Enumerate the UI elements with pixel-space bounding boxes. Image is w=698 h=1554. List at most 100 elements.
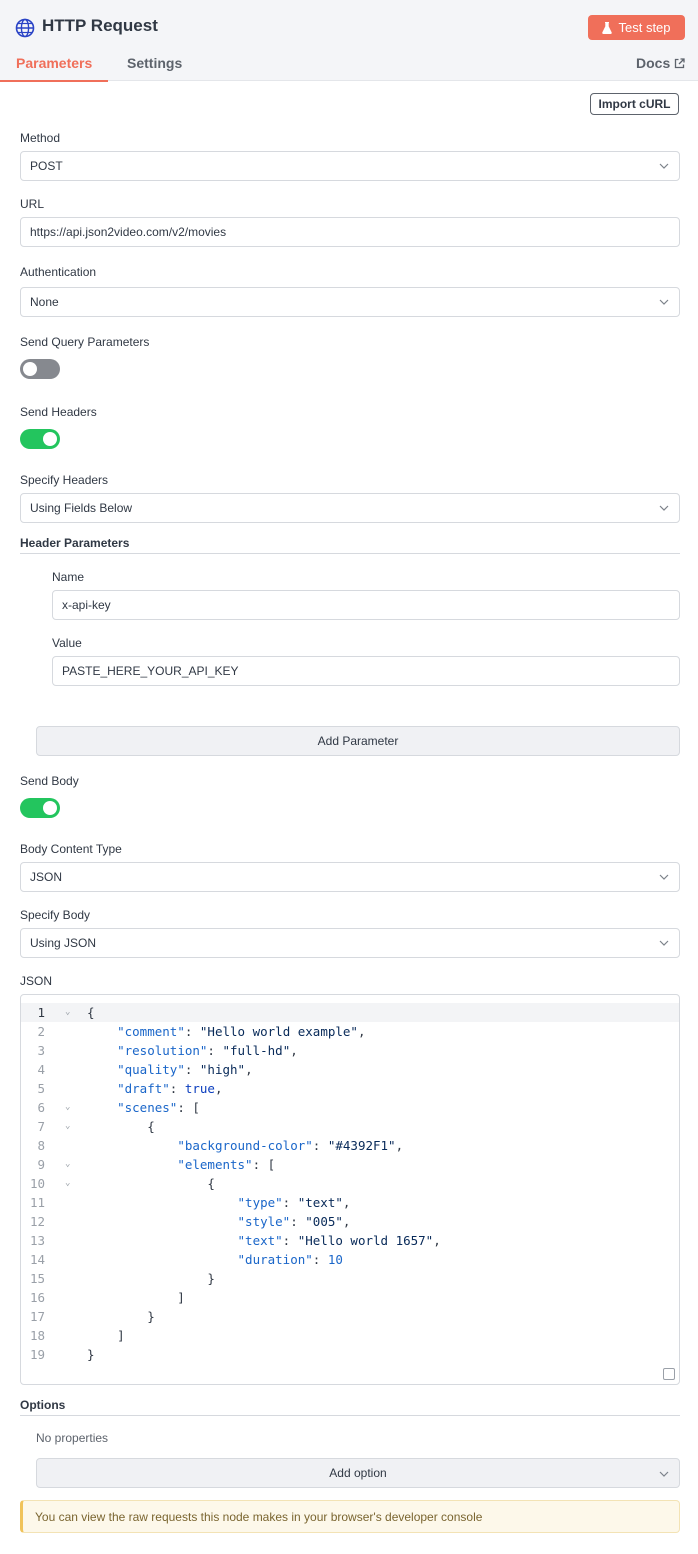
line-number: 10	[29, 1176, 45, 1191]
code-text: "background-color": "#4392F1",	[177, 1138, 404, 1153]
code-line: 9 ⌄ "elements": [	[21, 1155, 679, 1174]
header-name-input[interactable]: x-api-key	[52, 590, 680, 620]
section-divider	[20, 1415, 680, 1416]
header-name-label: Name	[52, 570, 85, 584]
chevron-down-icon	[659, 505, 669, 511]
fold-chevron-icon[interactable]: ⌄	[65, 1174, 70, 1193]
line-number: 11	[29, 1195, 45, 1210]
authentication-label: Authentication	[20, 265, 97, 279]
options-label: Options	[20, 1398, 66, 1412]
method-select[interactable]: POST	[20, 151, 680, 181]
method-value: POST	[30, 159, 63, 173]
code-text: ]	[87, 1328, 125, 1343]
code-line: 6 ⌄ "scenes": [	[21, 1098, 679, 1117]
line-number: 9	[37, 1157, 45, 1172]
code-text: {	[87, 1119, 155, 1134]
code-line: 17 }	[21, 1307, 679, 1326]
line-number: 15	[29, 1271, 45, 1286]
panel-header: HTTP Request Test step Parameters Settin…	[0, 0, 698, 82]
line-number: 7	[37, 1119, 45, 1134]
tab-settings[interactable]: Settings	[127, 55, 182, 71]
send-body-toggle[interactable]	[20, 798, 60, 818]
test-step-label: Test step	[618, 20, 671, 35]
import-curl-button[interactable]: Import cURL	[590, 93, 679, 115]
url-value: https://api.json2video.com/v2/movies	[30, 225, 227, 239]
fold-chevron-icon[interactable]: ⌄	[65, 1003, 70, 1022]
send-body-label: Send Body	[20, 774, 79, 788]
tab-parameters[interactable]: Parameters	[0, 55, 109, 82]
toggle-knob	[43, 432, 57, 446]
header-value-input[interactable]: PASTE_HERE_YOUR_API_KEY	[52, 656, 680, 686]
code-line: 18 ]	[21, 1326, 679, 1345]
code-text: "comment": "Hello world example",	[117, 1024, 366, 1039]
add-option-label: Add option	[329, 1466, 387, 1480]
chevron-down-icon	[659, 299, 669, 305]
code-text: {	[87, 1176, 215, 1191]
code-text: }	[87, 1347, 95, 1362]
json-label: JSON	[20, 974, 53, 988]
specify-headers-label: Specify Headers	[20, 473, 109, 487]
expand-editor-icon[interactable]	[663, 1368, 675, 1380]
authentication-select[interactable]: None	[20, 287, 680, 317]
specify-headers-value: Using Fields Below	[30, 501, 133, 515]
code-line: 12 "style": "005",	[21, 1212, 679, 1231]
toggle-knob	[23, 362, 37, 376]
section-divider	[20, 553, 680, 554]
docs-link[interactable]: Docs	[636, 55, 685, 71]
globe-icon	[15, 18, 35, 38]
docs-label: Docs	[636, 55, 671, 71]
specify-headers-select[interactable]: Using Fields Below	[20, 493, 680, 523]
code-text: "elements": [	[177, 1157, 276, 1172]
header-name-value: x-api-key	[62, 598, 111, 612]
code-line: 8 "background-color": "#4392F1",	[21, 1136, 679, 1155]
code-line: 5 "draft": true,	[21, 1079, 679, 1098]
code-text: }	[87, 1309, 155, 1324]
method-label: Method	[20, 131, 61, 145]
fold-chevron-icon[interactable]: ⌄	[65, 1098, 70, 1117]
code-line: 13 "text": "Hello world 1657",	[21, 1231, 679, 1250]
code-line: 10 ⌄ {	[21, 1174, 679, 1193]
line-number: 14	[29, 1252, 45, 1267]
body-content-type-label: Body Content Type	[20, 842, 122, 856]
header-value-value: PASTE_HERE_YOUR_API_KEY	[62, 664, 239, 678]
line-number: 3	[37, 1043, 45, 1058]
line-number: 6	[37, 1100, 45, 1115]
code-text: {	[87, 1005, 95, 1020]
no-properties-text: No properties	[36, 1431, 109, 1445]
code-text: "quality": "high",	[117, 1062, 253, 1077]
chevron-down-icon	[659, 163, 669, 169]
flask-icon	[602, 21, 613, 34]
code-line: 4 "quality": "high",	[21, 1060, 679, 1079]
code-line: 14 "duration": 10	[21, 1250, 679, 1269]
code-line: 16 ]	[21, 1288, 679, 1307]
fold-chevron-icon[interactable]: ⌄	[65, 1155, 70, 1174]
external-link-icon	[675, 57, 685, 68]
add-option-button[interactable]: Add option	[36, 1458, 680, 1488]
chevron-down-icon	[659, 940, 669, 946]
send-headers-toggle[interactable]	[20, 429, 60, 449]
send-query-toggle[interactable]	[20, 359, 60, 379]
code-text: "scenes": [	[117, 1100, 200, 1115]
code-text: "type": "text",	[237, 1195, 351, 1210]
url-label: URL	[20, 197, 45, 211]
code-line: 1 ⌄ {	[21, 1003, 679, 1022]
code-line: 3 "resolution": "full-hd",	[21, 1041, 679, 1060]
code-text: ]	[87, 1290, 185, 1305]
json-code-editor[interactable]: 1 ⌄{ 2 "comment": "Hello world example", …	[20, 994, 680, 1385]
line-number: 4	[37, 1062, 45, 1077]
node-title: HTTP Request	[42, 16, 158, 35]
header-parameters-label: Header Parameters	[20, 536, 130, 550]
add-parameter-button[interactable]: Add Parameter	[36, 726, 680, 756]
specify-body-select[interactable]: Using JSON	[20, 928, 680, 958]
body-content-type-select[interactable]: JSON	[20, 862, 680, 892]
developer-console-notice: You can view the raw requests this node …	[20, 1500, 680, 1533]
code-text: "resolution": "full-hd",	[117, 1043, 298, 1058]
line-number: 5	[37, 1081, 45, 1096]
chevron-down-icon	[659, 1471, 669, 1477]
url-input[interactable]: https://api.json2video.com/v2/movies	[20, 217, 680, 247]
fold-chevron-icon[interactable]: ⌄	[65, 1117, 70, 1136]
code-text: "draft": true,	[117, 1081, 223, 1096]
code-text: "text": "Hello world 1657",	[237, 1233, 441, 1248]
line-number: 16	[29, 1290, 45, 1305]
test-step-button[interactable]: Test step	[588, 15, 685, 40]
